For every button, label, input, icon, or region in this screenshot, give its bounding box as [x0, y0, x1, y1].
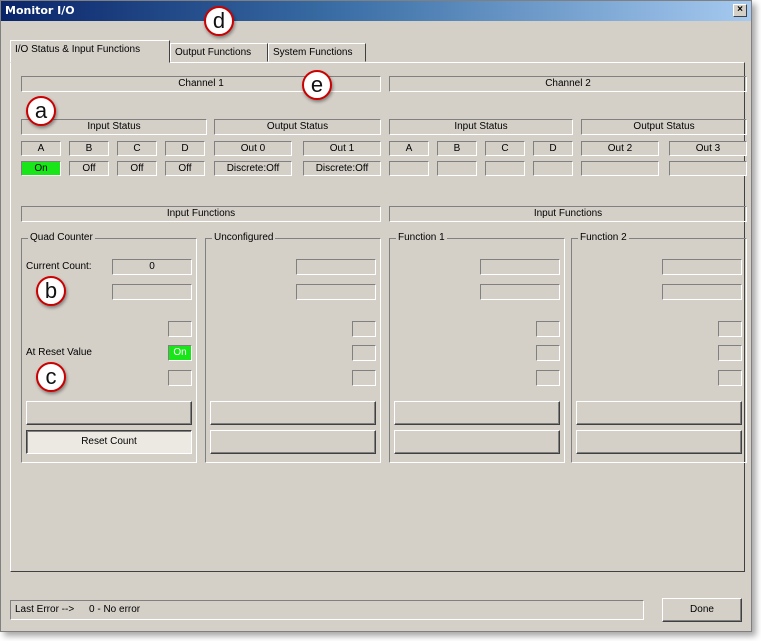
ch1-input-c-value: Off: [117, 161, 157, 176]
function-1-indicator-1: [536, 321, 560, 337]
current-count-value: 0: [112, 259, 192, 275]
ch2-input-b-name: B: [437, 141, 477, 156]
ch1-input-a-value: On: [21, 161, 61, 176]
at-reset-value-indicator: On: [168, 345, 192, 361]
unconfigured-field-2: [296, 284, 376, 300]
unconfigured-button-1[interactable]: [210, 401, 376, 425]
ch2-input-status-header: Input Status: [389, 119, 573, 135]
quad-counter-field-2: [112, 284, 192, 300]
ch2-input-c-value: [485, 161, 525, 176]
ch2-output-status-header: Output Status: [581, 119, 747, 135]
unconfigured-group: Unconfigured: [205, 232, 381, 463]
callout-b: b: [36, 276, 66, 306]
function-2-button-1[interactable]: [576, 401, 742, 425]
function-1-title: Function 1: [396, 232, 447, 243]
ch2-input-a-name: A: [389, 141, 429, 156]
function-2-field-1: [662, 259, 742, 275]
callout-c: c: [36, 362, 66, 392]
function-2-title: Function 2: [578, 232, 629, 243]
unconfigured-indicator-1: [352, 321, 376, 337]
function-2-indicator-2: [718, 345, 742, 361]
ch2-input-a-value: [389, 161, 429, 176]
close-button[interactable]: ×: [733, 4, 747, 17]
tab-page: Channel 1 Channel 2 Input Status Output …: [10, 62, 747, 572]
ch1-output-status-header: Output Status: [214, 119, 381, 135]
ch1-input-d-name: D: [165, 141, 205, 156]
ch1-input-a-name: A: [21, 141, 61, 156]
function-2-button-2[interactable]: [576, 430, 742, 454]
tab-system-functions[interactable]: System Functions: [268, 43, 366, 62]
ch2-input-functions-header: Input Functions: [389, 206, 747, 222]
title-bar[interactable]: Monitor I/O ×: [1, 1, 751, 21]
function-1-field-1: [480, 259, 560, 275]
ch1-input-d-value: Off: [165, 161, 205, 176]
function-1-field-2: [480, 284, 560, 300]
quad-counter-action-button[interactable]: [26, 401, 192, 425]
reset-count-button[interactable]: Reset Count: [26, 430, 192, 454]
ch2-output-3-value: [669, 161, 747, 176]
ch2-output-3-name: Out 3: [669, 141, 747, 156]
tab-io-status[interactable]: I/O Status & Input Functions: [10, 40, 170, 63]
unconfigured-field-1: [296, 259, 376, 275]
last-error-value: 0 - No error: [89, 604, 141, 615]
window-title: Monitor I/O: [5, 4, 75, 17]
quad-counter-title: Quad Counter: [28, 232, 95, 243]
callout-a: a: [26, 96, 56, 126]
function-1-indicator-2: [536, 345, 560, 361]
function-1-button-2[interactable]: [394, 430, 560, 454]
ch1-output-1-name: Out 1: [303, 141, 381, 156]
ch1-input-functions-header: Input Functions: [21, 206, 381, 222]
ch1-output-0-value: Discrete:Off: [214, 161, 292, 176]
ch2-input-c-name: C: [485, 141, 525, 156]
function-2-indicator-1: [718, 321, 742, 337]
done-button[interactable]: Done: [662, 598, 742, 622]
channel-2-header: Channel 2: [389, 76, 747, 92]
quad-counter-indicator-1: [168, 321, 192, 337]
ch1-output-0-name: Out 0: [214, 141, 292, 156]
ch1-input-c-name: C: [117, 141, 157, 156]
unconfigured-title: Unconfigured: [212, 232, 276, 243]
unconfigured-button-2[interactable]: [210, 430, 376, 454]
last-error-field: Last Error --> 0 - No error: [10, 600, 644, 620]
ch1-output-1-value: Discrete:Off: [303, 161, 381, 176]
tab-output-functions[interactable]: Output Functions: [170, 43, 268, 62]
function-2-group: Function 2: [571, 232, 747, 463]
ch1-input-b-name: B: [69, 141, 109, 156]
function-2-field-2: [662, 284, 742, 300]
quad-counter-group: Quad Counter Current Count: 0 At Reset V…: [21, 232, 197, 463]
function-1-button-1[interactable]: [394, 401, 560, 425]
function-1-indicator-3: [536, 370, 560, 386]
ch1-input-b-value: Off: [69, 161, 109, 176]
ch2-output-2-name: Out 2: [581, 141, 659, 156]
quad-counter-indicator-3: [168, 370, 192, 386]
function-2-indicator-3: [718, 370, 742, 386]
unconfigured-indicator-3: [352, 370, 376, 386]
function-1-group: Function 1: [389, 232, 565, 463]
status-bar: Last Error --> 0 - No error Done: [10, 598, 745, 622]
current-count-label: Current Count:: [26, 261, 92, 272]
callout-e: e: [302, 70, 332, 100]
ch2-input-d-value: [533, 161, 573, 176]
ch2-output-2-value: [581, 161, 659, 176]
unconfigured-indicator-2: [352, 345, 376, 361]
last-error-label: Last Error -->: [15, 604, 75, 615]
ch2-input-d-name: D: [533, 141, 573, 156]
at-reset-value-label: At Reset Value: [26, 347, 92, 358]
ch2-input-b-value: [437, 161, 477, 176]
callout-d: d: [204, 6, 234, 36]
